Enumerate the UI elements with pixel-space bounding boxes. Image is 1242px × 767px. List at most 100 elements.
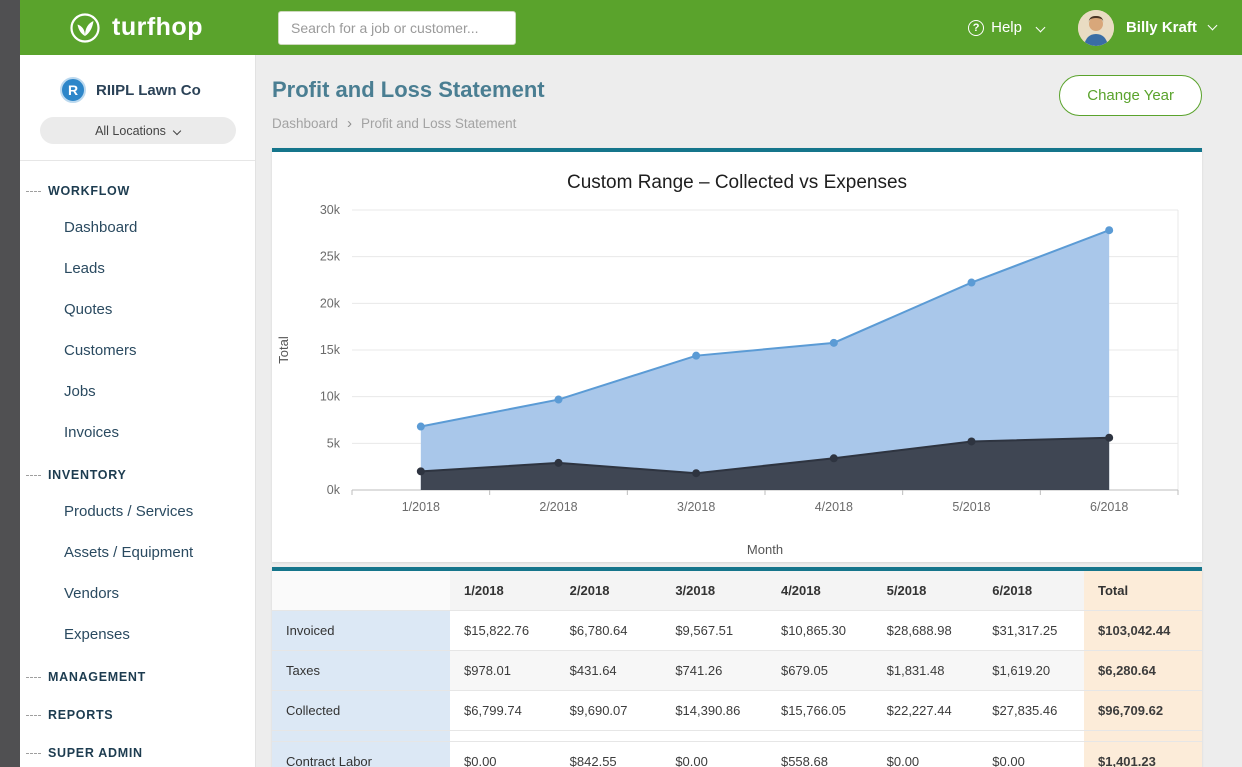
sidebar-item-quotes[interactable]: Quotes	[20, 289, 255, 330]
svg-text:4/2018: 4/2018	[815, 500, 853, 514]
svg-text:15k: 15k	[320, 343, 341, 357]
user-name: Billy Kraft	[1126, 19, 1197, 36]
search-input[interactable]	[278, 11, 516, 45]
sidebar-section-label: INVENTORY	[48, 468, 127, 482]
row-value: $9,690.07	[556, 691, 662, 731]
row-value: $978.01	[450, 651, 556, 691]
sidebar-section-management: MANAGEMENT	[20, 655, 255, 693]
row-total: $6,280.64	[1084, 651, 1202, 691]
sidebar-item-jobs[interactable]: Jobs	[20, 371, 255, 412]
chart-card: Custom Range – Collected vs Expenses 0k 5…	[272, 148, 1202, 562]
sidebar-section-label: WORKFLOW	[48, 184, 130, 198]
brand-logo[interactable]: turfhop	[68, 11, 260, 45]
tree-dash-icon	[26, 191, 41, 192]
breadcrumb: Dashboard › Profit and Loss Statement	[272, 115, 545, 132]
row-label: Collected	[272, 691, 450, 731]
row-value: $28,688.98	[873, 611, 979, 651]
profit-loss-table-card: 1/20182/20183/20184/20185/20186/2018Tota…	[272, 567, 1202, 767]
chart-title: Custom Range – Collected vs Expenses	[272, 172, 1202, 194]
row-value: $0.00	[450, 742, 556, 767]
row-value: $15,766.05	[767, 691, 873, 731]
sidebar-section-label: MANAGEMENT	[48, 670, 146, 684]
table-header-5-2018: 5/2018	[873, 571, 979, 611]
table-header-3-2018: 3/2018	[661, 571, 767, 611]
table-row-invoiced: Invoiced$15,822.76$6,780.64$9,567.51$10,…	[272, 611, 1202, 651]
topbar: turfhop ? Help Billy Kraft	[20, 0, 1242, 55]
row-value: $0.00	[873, 742, 979, 767]
sidebar-section-label: SUPER ADMIN	[48, 746, 143, 760]
table-header-total: Total	[1084, 571, 1202, 611]
row-value: $431.64	[556, 651, 662, 691]
svg-text:Month: Month	[747, 542, 783, 557]
sidebar-section-inventory: INVENTORY	[20, 453, 255, 491]
tree-dash-icon	[26, 715, 41, 716]
brand-name: turfhop	[112, 13, 203, 42]
sidebar-item-invoices[interactable]: Invoices	[20, 412, 255, 453]
sidebar: R RIIPL Lawn Co All Locations WORKFLOW Da…	[20, 55, 256, 767]
breadcrumb-dashboard[interactable]: Dashboard	[272, 116, 338, 131]
svg-text:25k: 25k	[320, 250, 341, 264]
tree-dash-icon	[26, 475, 41, 476]
help-question-icon: ?	[968, 20, 984, 36]
table-row-taxes: Taxes$978.01$431.64$741.26$679.05$1,831.…	[272, 651, 1202, 691]
sidebar-item-vendors[interactable]: Vendors	[20, 573, 255, 614]
app-body: R RIIPL Lawn Co All Locations WORKFLOW Da…	[20, 55, 1242, 767]
sidebar-section-reports: REPORTS	[20, 693, 255, 731]
row-value: $1,619.20	[978, 651, 1084, 691]
svg-text:30k: 30k	[320, 203, 341, 217]
row-value: $741.26	[661, 651, 767, 691]
sidebar-nav: WORKFLOW DashboardLeadsQuotesCustomersJob…	[20, 160, 255, 767]
row-value: $9,567.51	[661, 611, 767, 651]
page-header: Profit and Loss Statement Dashboard › Pr…	[272, 75, 1202, 132]
sidebar-item-leads[interactable]: Leads	[20, 248, 255, 289]
table-row-contract-labor: Contract Labor$0.00$842.55$0.00$558.68$0…	[272, 742, 1202, 767]
row-total: $96,709.62	[1084, 691, 1202, 731]
row-value: $10,865.30	[767, 611, 873, 651]
row-value: $842.55	[556, 742, 662, 767]
main-content: Profit and Loss Statement Dashboard › Pr…	[256, 55, 1242, 767]
location-selector-label: All Locations	[95, 124, 166, 138]
svg-text:0k: 0k	[327, 483, 341, 497]
table-header-1-2018: 1/2018	[450, 571, 556, 611]
table-header-6-2018: 6/2018	[978, 571, 1084, 611]
svg-text:2/2018: 2/2018	[539, 500, 577, 514]
svg-text:10k: 10k	[320, 390, 341, 404]
breadcrumb-current: Profit and Loss Statement	[361, 116, 516, 131]
row-value: $0.00	[661, 742, 767, 767]
row-total: $103,042.44	[1084, 611, 1202, 651]
help-menu[interactable]: ? Help	[968, 19, 1044, 36]
sidebar-item-expenses[interactable]: Expenses	[20, 614, 255, 655]
company-header: R RIIPL Lawn Co	[20, 55, 255, 115]
row-value: $0.00	[978, 742, 1084, 767]
tree-dash-icon	[26, 677, 41, 678]
row-value: $27,835.46	[978, 691, 1084, 731]
table-header-row: 1/20182/20183/20184/20185/20186/2018Tota…	[272, 571, 1202, 611]
chevron-down-icon	[1208, 21, 1218, 31]
svg-text:5/2018: 5/2018	[952, 500, 990, 514]
svg-text:Total: Total	[276, 336, 291, 364]
row-label: Taxes	[272, 651, 450, 691]
turfhop-leaf-icon	[68, 11, 102, 45]
svg-text:20k: 20k	[320, 296, 341, 310]
sidebar-item-customers[interactable]: Customers	[20, 330, 255, 371]
location-selector[interactable]: All Locations	[40, 117, 236, 144]
chevron-down-icon	[1036, 23, 1046, 33]
breadcrumb-separator-icon: ›	[347, 115, 352, 132]
table-row-collected: Collected$6,799.74$9,690.07$14,390.86$15…	[272, 691, 1202, 731]
topbar-right: ? Help Billy Kraft	[968, 10, 1216, 46]
row-label: Contract Labor	[272, 742, 450, 767]
tree-dash-icon	[26, 753, 41, 754]
sidebar-item-dashboard[interactable]: Dashboard	[20, 207, 255, 248]
user-avatar[interactable]	[1078, 10, 1114, 46]
profit-loss-table: 1/20182/20183/20184/20185/20186/2018Tota…	[272, 571, 1202, 767]
sidebar-item-assets-equipment[interactable]: Assets / Equipment	[20, 532, 255, 573]
row-value: $1,831.48	[873, 651, 979, 691]
table-group-spacer	[272, 731, 1202, 742]
user-menu[interactable]: Billy Kraft	[1126, 19, 1216, 36]
sidebar-item-products-services[interactable]: Products / Services	[20, 491, 255, 532]
change-year-button[interactable]: Change Year	[1059, 75, 1202, 116]
table-header-2-2018: 2/2018	[556, 571, 662, 611]
window-left-gutter	[0, 0, 20, 767]
row-value: $558.68	[767, 742, 873, 767]
row-value: $31,317.25	[978, 611, 1084, 651]
